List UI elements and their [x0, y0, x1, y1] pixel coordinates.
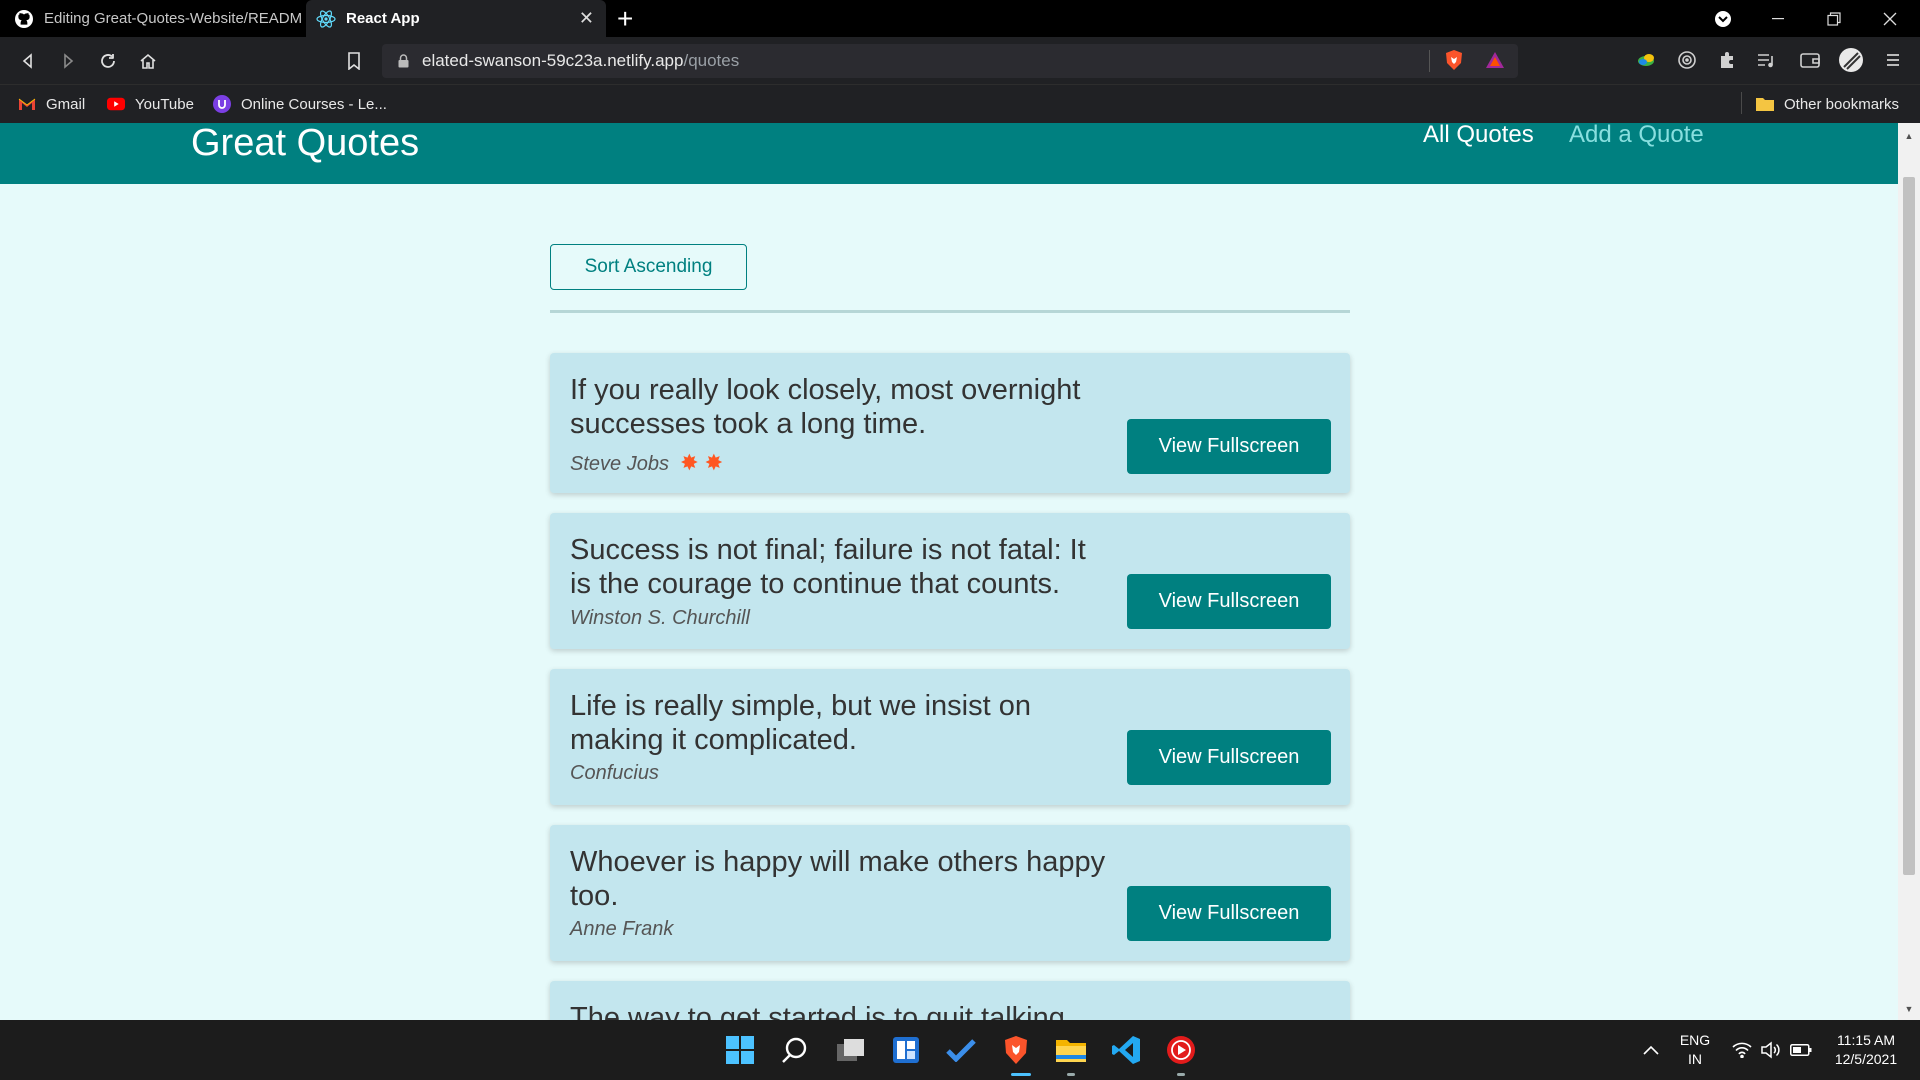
- menu-icon[interactable]: [1880, 47, 1906, 73]
- bookmark-gmail[interactable]: Gmail: [18, 93, 85, 115]
- vscode-icon[interactable]: [1108, 1032, 1144, 1068]
- tab-title: React App: [346, 10, 420, 27]
- quote-text: Whoever is happy will make others happy …: [570, 846, 1106, 912]
- quote-card: If you really look closely, most overnig…: [550, 353, 1350, 493]
- page-scrollbar[interactable]: ▲ ▼: [1898, 123, 1920, 1020]
- forward-icon[interactable]: [54, 47, 82, 75]
- close-tab-icon[interactable]: ✕: [579, 8, 594, 29]
- view-fullscreen-button[interactable]: View Fullscreen: [1127, 419, 1331, 474]
- quote-card: Success is not final; failure is not fat…: [550, 513, 1350, 649]
- react-icon: [316, 9, 336, 29]
- scroll-down-icon[interactable]: ▼: [1898, 1000, 1920, 1018]
- quote-author: Steve Jobs ✸ ✸: [570, 450, 724, 475]
- playlist-icon[interactable]: [1753, 47, 1779, 73]
- active-app-indicator: [1011, 1073, 1031, 1076]
- windows-start-icon[interactable]: [722, 1032, 758, 1068]
- target-extension-icon[interactable]: [1674, 47, 1700, 73]
- quote-author: Confucius: [570, 762, 659, 784]
- brave-rewards-icon[interactable]: [1482, 47, 1508, 73]
- back-icon[interactable]: [14, 47, 42, 75]
- windows-taskbar: ENG IN 11:15 AM 12/5/2021: [0, 1020, 1920, 1080]
- url-text: elated-swanson-59c23a.netlify.app/quotes: [422, 51, 740, 70]
- brave-icon[interactable]: [998, 1032, 1034, 1068]
- github-icon: [14, 9, 34, 29]
- bookmarks-bar: Gmail YouTube Online Courses - Le... Oth…: [0, 84, 1920, 123]
- tray-chevron-up-icon[interactable]: [1633, 1032, 1669, 1068]
- sort-button[interactable]: Sort Ascending: [550, 244, 747, 290]
- todo-icon[interactable]: [943, 1032, 979, 1068]
- profile-avatar-icon[interactable]: [1838, 47, 1864, 73]
- brave-shields-icon[interactable]: [1441, 47, 1467, 73]
- browser-tab-bar: Editing Great-Quotes-Website/READM React…: [0, 0, 1920, 37]
- site-logo: Great Quotes: [191, 122, 420, 164]
- courses-icon: [213, 95, 231, 113]
- scroll-thumb[interactable]: [1903, 177, 1915, 875]
- bookmark-other[interactable]: Other bookmarks: [1756, 93, 1899, 115]
- clock[interactable]: 11:15 AM 12/5/2021: [1824, 1031, 1908, 1069]
- extensions-puzzle-icon[interactable]: [1714, 47, 1740, 73]
- wallet-icon[interactable]: [1797, 47, 1823, 73]
- tab-title: Editing Great-Quotes-Website/READM: [43, 10, 302, 27]
- media-player-icon[interactable]: [1163, 1032, 1199, 1068]
- browser-toolbar: elated-swanson-59c23a.netlify.app/quotes: [0, 37, 1920, 84]
- running-app-indicator: [1067, 1073, 1075, 1076]
- extension-colorful-icon[interactable]: [1633, 47, 1659, 73]
- gmail-icon: [18, 95, 36, 113]
- tab-react-app[interactable]: React App ✕: [306, 0, 606, 37]
- nav-all-quotes[interactable]: All Quotes: [1423, 123, 1534, 147]
- app-header: Great Quotes All Quotes Add a Quote: [0, 123, 1898, 184]
- file-explorer-icon[interactable]: [1053, 1032, 1089, 1068]
- bookmark-youtube[interactable]: YouTube: [107, 93, 194, 115]
- quote-author: Anne Frank: [570, 918, 674, 940]
- sparkle-icon: ✸ ✸: [680, 450, 724, 475]
- quote-text: If you really look closely, most overnig…: [570, 374, 1081, 440]
- youtube-icon: [107, 95, 125, 113]
- minimize-icon[interactable]: [1750, 0, 1806, 37]
- address-separator: [1429, 50, 1430, 72]
- tab-github-readme[interactable]: Editing Great-Quotes-Website/READM: [0, 0, 302, 37]
- view-fullscreen-button[interactable]: View Fullscreen: [1127, 886, 1331, 941]
- bookmark-online-courses[interactable]: Online Courses - Le...: [213, 93, 387, 115]
- running-app-indicator: [1177, 1073, 1185, 1076]
- quote-card: Whoever is happy will make others happy …: [550, 825, 1350, 961]
- quote-text: Success is not final; failure is not fat…: [570, 534, 1086, 600]
- widgets-icon[interactable]: [888, 1032, 924, 1068]
- folder-icon: [1756, 95, 1774, 113]
- bookmark-icon[interactable]: [340, 47, 368, 75]
- close-window-icon[interactable]: [1862, 0, 1918, 37]
- view-fullscreen-button[interactable]: View Fullscreen: [1127, 730, 1331, 785]
- scroll-up-icon[interactable]: ▲: [1898, 127, 1920, 145]
- restore-icon[interactable]: [1806, 0, 1862, 37]
- quote-text: Life is really simple, but we insist on …: [570, 690, 1031, 756]
- new-tab-button[interactable]: +: [617, 3, 633, 35]
- tab-search-icon[interactable]: [1695, 0, 1751, 37]
- nav-add-quote[interactable]: Add a Quote: [1569, 123, 1704, 147]
- bookmarks-separator: [1741, 92, 1742, 114]
- reload-icon[interactable]: [94, 47, 122, 75]
- task-view-icon[interactable]: [833, 1032, 869, 1068]
- address-bar[interactable]: elated-swanson-59c23a.netlify.app/quotes: [382, 44, 1518, 78]
- search-icon[interactable]: [777, 1032, 813, 1068]
- lock-icon: [396, 54, 410, 68]
- home-icon[interactable]: [134, 47, 162, 75]
- quote-author: Winston S. Churchill: [570, 607, 750, 629]
- language-indicator[interactable]: ENG IN: [1674, 1031, 1716, 1069]
- view-fullscreen-button[interactable]: View Fullscreen: [1127, 574, 1331, 629]
- quote-card: Life is really simple, but we insist on …: [550, 669, 1350, 805]
- battery-icon[interactable]: [1783, 1032, 1819, 1068]
- divider: [550, 310, 1350, 313]
